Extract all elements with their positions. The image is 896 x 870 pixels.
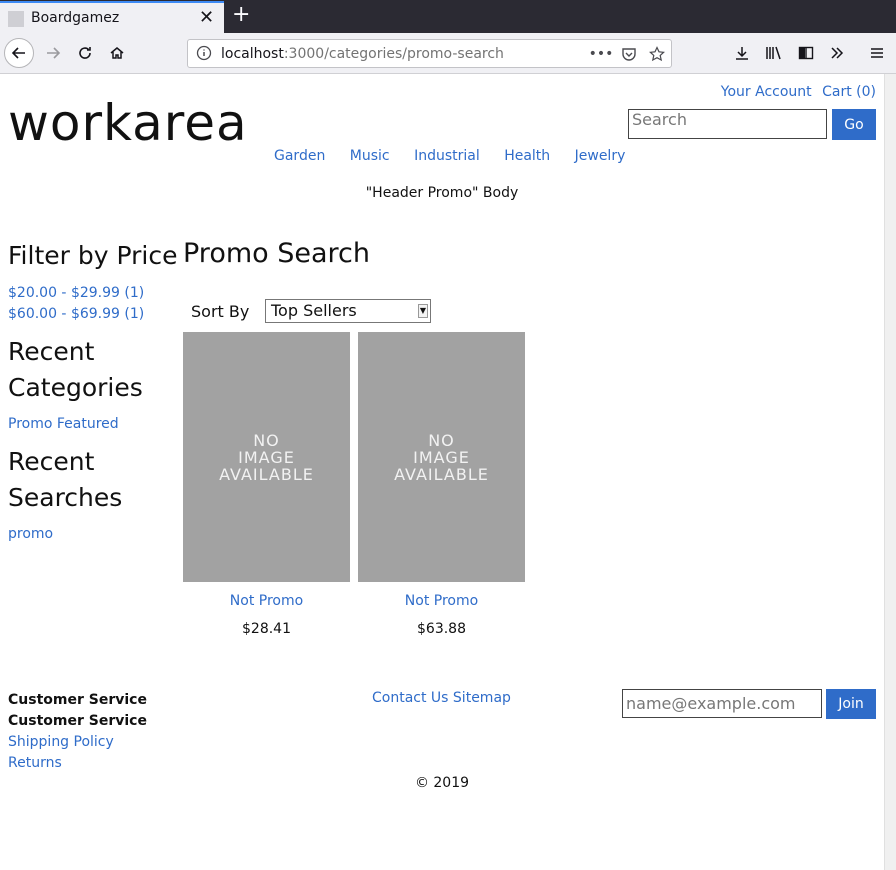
no-image-placeholder[interactable]: NO IMAGE AVAILABLE [183,332,350,582]
customer-service-subheading: Customer Service [8,713,147,729]
shipping-policy-link[interactable]: Shipping Policy [8,732,147,753]
home-icon [110,47,124,59]
search-input[interactable]: Search [628,109,827,139]
page-title: Promo Search [183,238,370,269]
recent-categories-heading-line1: Recent [8,337,95,366]
new-tab-icon[interactable]: + [232,2,250,27]
page-scrollbar[interactable] [884,74,896,870]
cart-link[interactable]: Cart (0) [822,84,876,100]
menu-icon[interactable] [866,42,888,64]
sitemap-link[interactable]: Sitemap [453,690,511,706]
sort-by-value: Top Sellers [271,301,357,320]
sort-by-select[interactable]: Top Sellers ▼ [265,299,431,323]
newsletter-join-button[interactable]: Join [826,689,876,719]
copyright: © 2019 [414,775,470,791]
header-promo: "Header Promo" Body [365,185,519,201]
tab-title: Boardgamez [31,10,120,26]
pocket-icon[interactable] [619,44,639,64]
footer-links: Contact Us Sitemap [372,690,511,706]
product-price: $28.41 [242,621,291,637]
page-favicon-icon [8,11,24,27]
primary-nav: Garden Music Industrial Health Jewelry [274,148,645,164]
no-image-placeholder[interactable]: NO IMAGE AVAILABLE [358,332,525,582]
contact-us-link[interactable]: Contact Us [372,690,448,706]
site-logo[interactable]: workarea [8,94,248,152]
price-filter-60-70[interactable]: $60.00 - $69.99 (1) [8,304,178,325]
product-name-link[interactable]: Not Promo [358,593,525,609]
reload-button[interactable] [70,38,100,68]
your-account-link[interactable]: Your Account [721,84,812,100]
back-button[interactable] [4,38,34,68]
url-text: localhost:3000/categories/promo-search [221,46,504,62]
recent-searches-heading: Recent Searches [8,444,178,516]
recent-category-link[interactable]: Promo Featured [8,414,178,435]
downloads-icon[interactable] [731,42,753,64]
product-name-link[interactable]: Not Promo [183,593,350,609]
nav-item-industrial[interactable]: Industrial [414,148,480,164]
search-go-button[interactable]: Go [832,109,876,140]
recent-searches-heading-line1: Recent [8,447,95,476]
filter-by-price-heading: Filter by Price [8,241,178,270]
product-card[interactable]: NO IMAGE AVAILABLE Not Promo $28.41 [183,332,350,637]
nav-item-music[interactable]: Music [350,148,390,164]
no-image-text-line3: AVAILABLE [394,464,489,484]
nav-item-health[interactable]: Health [504,148,550,164]
no-image-text-line3: AVAILABLE [219,464,314,484]
nav-item-garden[interactable]: Garden [274,148,325,164]
bookmark-star-icon[interactable] [647,44,667,64]
recent-search-link[interactable]: promo [8,524,178,545]
home-button[interactable] [102,38,132,68]
recent-categories-heading-line2: Categories [8,373,143,402]
page-actions-icon[interactable]: ••• [589,44,614,64]
recent-categories-heading: Recent Categories [8,334,178,406]
web-page: workarea Your Account Cart (0) Search Go… [0,74,884,870]
product-price: $63.88 [417,621,466,637]
url-host: localhost [221,46,284,62]
dropdown-arrow-icon: ▼ [418,304,428,318]
product-card[interactable]: NO IMAGE AVAILABLE Not Promo $63.88 [358,332,525,637]
browser-navbar: localhost:3000/categories/promo-search •… [0,33,896,74]
library-icon[interactable] [763,42,785,64]
url-path: :3000/categories/promo-search [283,46,504,62]
sort-by-label: Sort By [191,302,250,321]
browser-tabbar: Boardgamez ✕ + [0,0,896,33]
browser-tab[interactable]: Boardgamez ✕ [0,1,224,33]
back-arrow-icon [11,47,25,59]
overflow-chevron-icon[interactable] [826,42,848,64]
forward-arrow-icon [47,47,61,59]
nav-item-jewelry[interactable]: Jewelry [575,148,626,164]
customer-service-heading: Customer Service [8,692,147,708]
price-filter-20-30[interactable]: $20.00 - $29.99 (1) [8,283,178,304]
footer-customer-service: Customer Service Customer Service Shippi… [8,690,147,774]
close-tab-icon[interactable]: ✕ [199,7,214,28]
newsletter-email-input[interactable]: name@example.com [622,689,822,718]
recent-searches-heading-line2: Searches [8,483,123,512]
reload-icon [79,47,91,59]
account-links: Your Account Cart (0) [715,84,876,100]
address-bar[interactable]: localhost:3000/categories/promo-search •… [187,39,672,68]
sidebar-toggle-icon[interactable] [795,42,817,64]
returns-link[interactable]: Returns [8,753,147,774]
sidebar: Filter by Price $20.00 - $29.99 (1) $60.… [8,238,178,545]
forward-button[interactable] [38,38,68,68]
site-info-icon[interactable] [196,45,212,61]
